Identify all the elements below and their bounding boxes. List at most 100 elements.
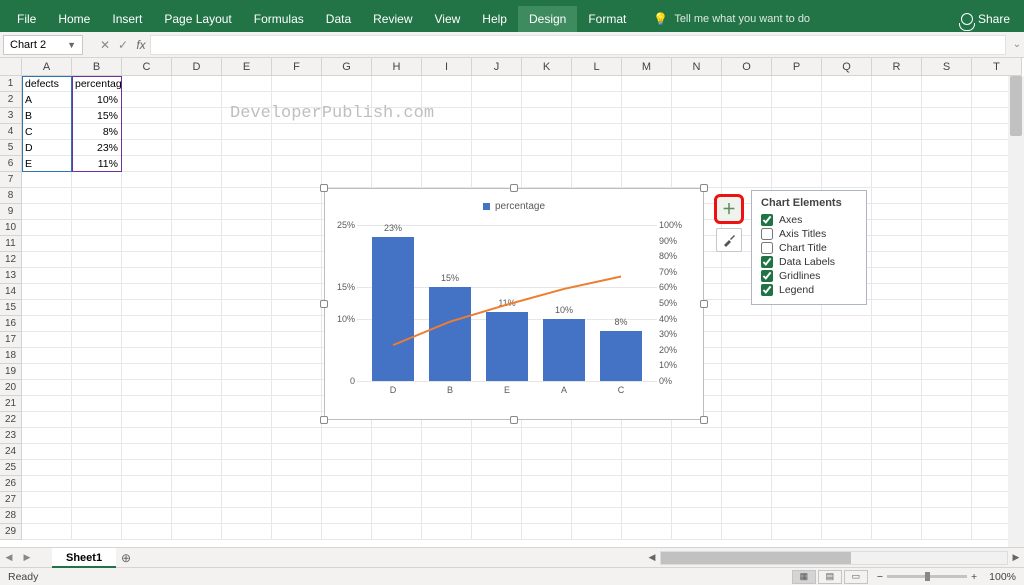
column-header[interactable]: Q [822,58,872,76]
cell[interactable] [522,124,572,140]
cell[interactable] [122,348,172,364]
column-header[interactable]: T [972,58,1022,76]
zoom-slider[interactable] [887,575,967,578]
column-headers[interactable]: ABCDEFGHIJKLMNOPQRST [22,58,1022,76]
cell[interactable] [772,396,822,412]
cell[interactable] [122,204,172,220]
cell[interactable] [872,332,922,348]
cell[interactable] [522,140,572,156]
row-header[interactable]: 22 [0,412,22,428]
cell[interactable] [172,428,222,444]
column-header[interactable]: J [472,58,522,76]
row-header[interactable]: 8 [0,188,22,204]
cell[interactable] [922,332,972,348]
cell[interactable] [422,140,472,156]
cell[interactable] [872,508,922,524]
cell[interactable] [872,444,922,460]
cell[interactable] [772,92,822,108]
cell[interactable] [272,476,322,492]
cell[interactable] [122,300,172,316]
scroll-thumb[interactable] [661,552,851,564]
cell[interactable] [222,364,272,380]
cell[interactable] [522,172,572,188]
row-header[interactable]: 5 [0,140,22,156]
cell[interactable] [672,140,722,156]
cell[interactable] [22,380,72,396]
cell[interactable] [272,188,322,204]
cell[interactable] [872,412,922,428]
cell[interactable] [172,524,222,540]
cell[interactable] [72,460,122,476]
cell[interactable] [572,76,622,92]
cell[interactable] [422,508,472,524]
column-header[interactable]: F [272,58,322,76]
cell[interactable] [922,396,972,412]
cell[interactable] [272,508,322,524]
cell[interactable] [922,92,972,108]
cell[interactable] [222,428,272,444]
cell[interactable] [72,508,122,524]
cell[interactable] [322,428,372,444]
cell[interactable] [22,316,72,332]
cell[interactable] [272,492,322,508]
cell[interactable] [722,428,772,444]
cell[interactable] [172,252,222,268]
cell[interactable] [672,76,722,92]
cell[interactable] [272,428,322,444]
cell[interactable] [122,140,172,156]
cell[interactable] [272,300,322,316]
cell[interactable] [472,156,522,172]
cell[interactable] [22,460,72,476]
cell[interactable] [222,252,272,268]
cell[interactable] [172,268,222,284]
cell[interactable] [672,124,722,140]
row-header[interactable]: 3 [0,108,22,124]
cell[interactable] [372,156,422,172]
row-header[interactable]: 17 [0,332,22,348]
cell[interactable] [422,156,472,172]
page-layout-view-button[interactable]: ▤ [818,570,842,584]
cell[interactable] [872,188,922,204]
cell[interactable] [322,140,372,156]
cell[interactable]: C [22,124,72,140]
row-header[interactable]: 20 [0,380,22,396]
cell[interactable] [772,172,822,188]
column-header[interactable]: L [572,58,622,76]
scroll-left-icon[interactable]: ◀ [644,552,660,563]
chart-element-option[interactable]: Gridlines [761,270,857,282]
column-header[interactable]: K [522,58,572,76]
cell[interactable] [772,156,822,172]
cell[interactable] [222,300,272,316]
cell[interactable] [622,524,672,540]
cell[interactable] [122,412,172,428]
cell[interactable] [272,444,322,460]
cell[interactable] [722,156,772,172]
cell[interactable] [772,444,822,460]
cell[interactable] [22,396,72,412]
cell[interactable] [22,444,72,460]
row-header[interactable]: 25 [0,460,22,476]
cell[interactable] [772,140,822,156]
cell[interactable] [922,156,972,172]
cell[interactable] [272,236,322,252]
cell[interactable] [722,316,772,332]
cell[interactable] [222,332,272,348]
cell[interactable] [122,124,172,140]
cell[interactable] [772,364,822,380]
cell[interactable] [272,220,322,236]
chart-elements-button[interactable]: ＋ [714,194,744,224]
cell[interactable] [872,300,922,316]
cell[interactable] [522,524,572,540]
cell[interactable] [222,444,272,460]
cell[interactable] [172,316,222,332]
cell[interactable] [722,444,772,460]
cell[interactable] [372,172,422,188]
cell[interactable] [222,284,272,300]
row-header[interactable]: 1 [0,76,22,92]
cell[interactable] [22,508,72,524]
cell[interactable] [72,252,122,268]
cell[interactable] [22,252,72,268]
cell[interactable] [622,172,672,188]
cell[interactable] [422,108,472,124]
cell[interactable] [72,428,122,444]
